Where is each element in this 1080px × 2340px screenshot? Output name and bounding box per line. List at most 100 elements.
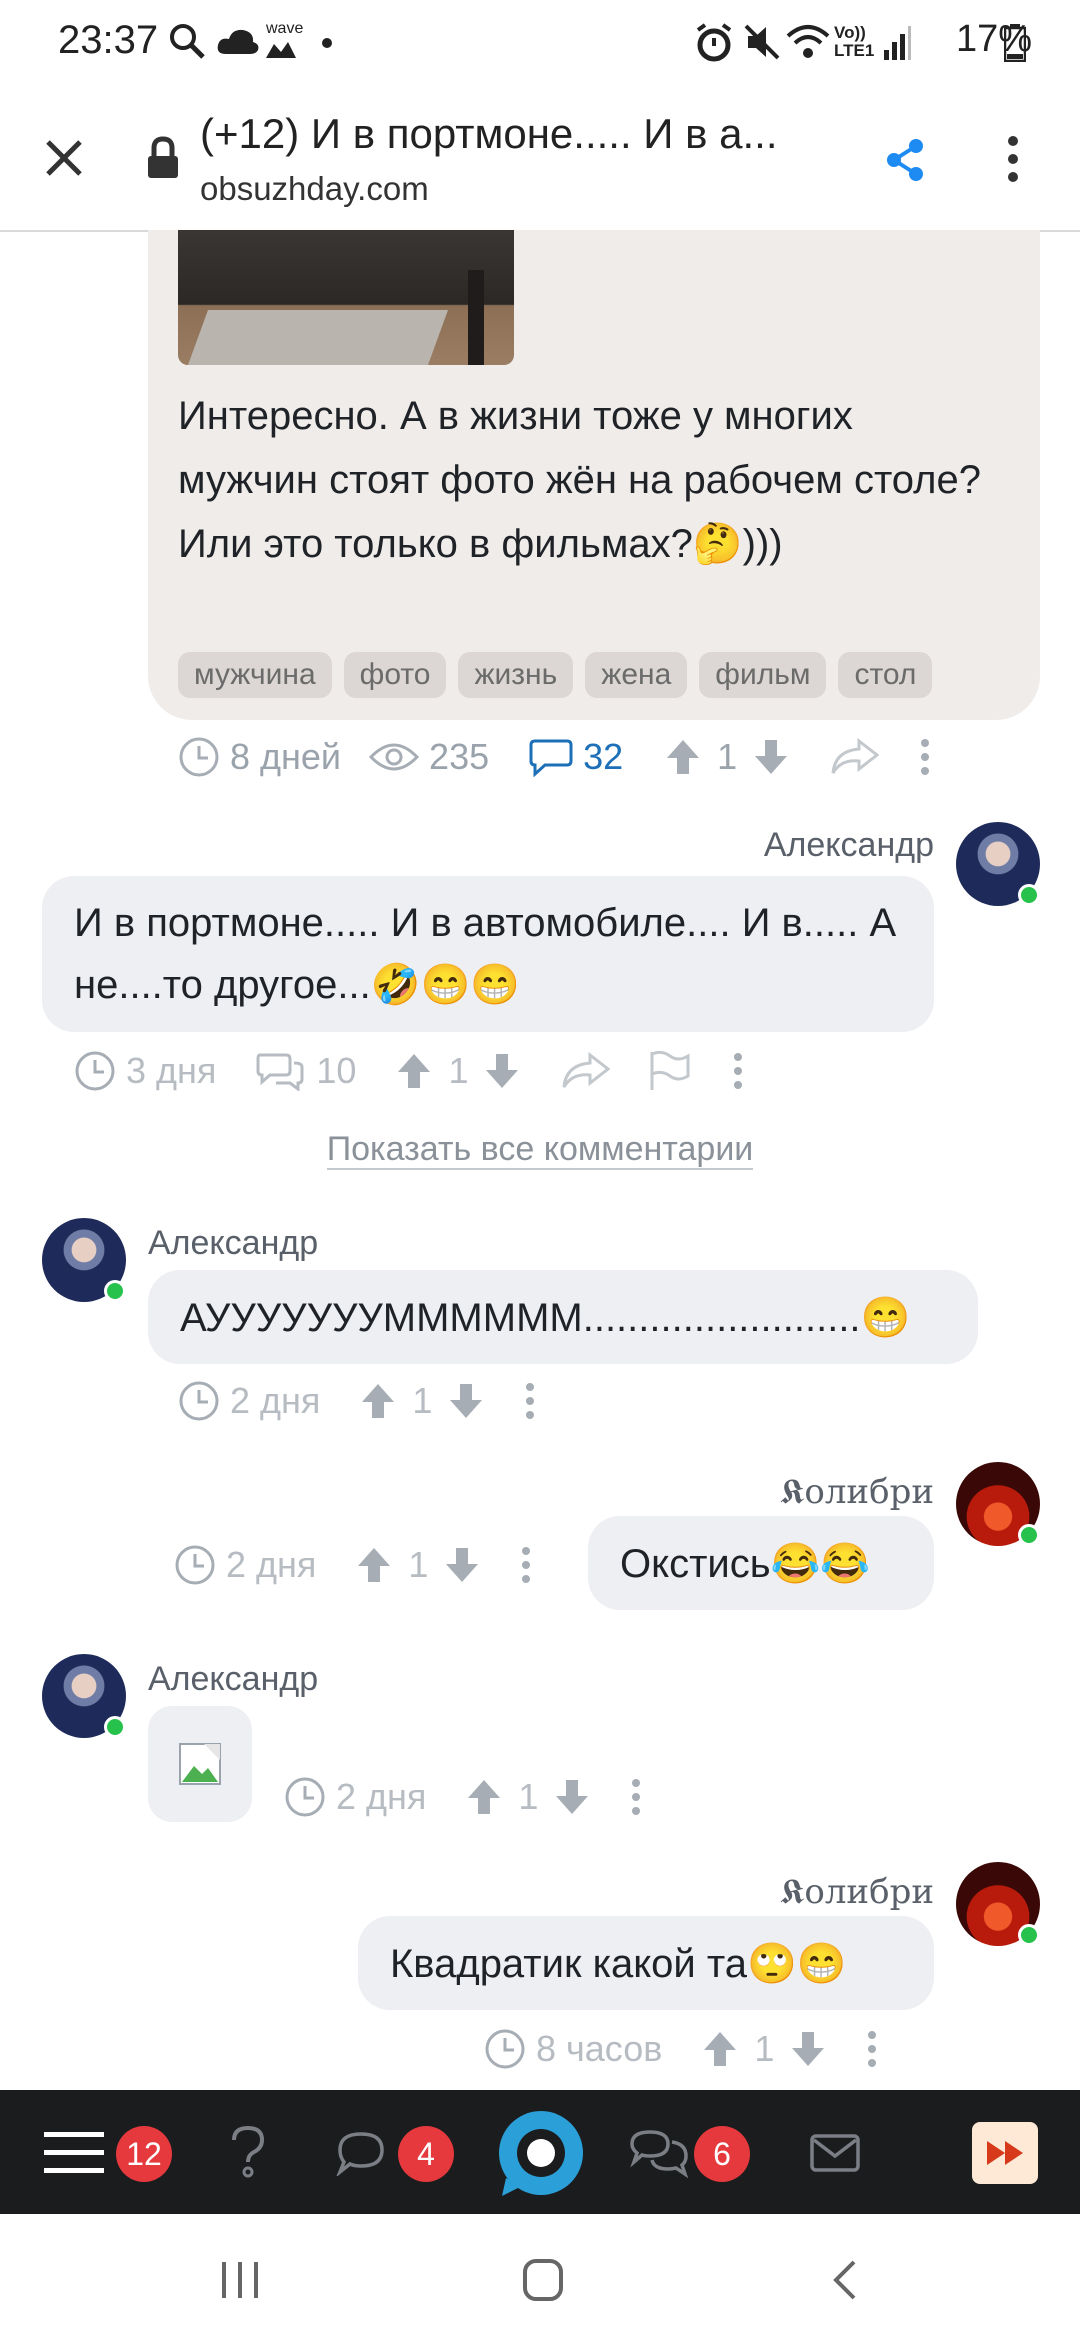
more-options-icon[interactable] — [866, 2029, 878, 2069]
show-all-comments-link[interactable]: Показать все комментарии — [0, 1130, 1080, 1170]
comment-author[interactable]: 𝕶олибри — [620, 1872, 934, 1912]
post-age: 8 дней — [230, 736, 342, 777]
clock-icon — [179, 1381, 219, 1421]
bottom-app-bar: 12 4 6 — [0, 2090, 1080, 2214]
discussions-badge: 6 — [694, 2126, 750, 2182]
share-icon[interactable] — [886, 138, 926, 182]
broken-image-icon — [179, 1743, 221, 1785]
comment-author[interactable]: Александр — [148, 1224, 318, 1263]
search-status-icon — [170, 24, 205, 59]
post-image[interactable] — [178, 230, 514, 365]
mail-icon[interactable] — [810, 2134, 860, 2172]
post-votes: 1 — [717, 736, 738, 777]
more-options-icon[interactable] — [520, 1545, 532, 1585]
comment-votes: 1 — [518, 1776, 539, 1817]
messages-icon[interactable] — [336, 2130, 386, 2176]
comment-age: 8 часов — [536, 2028, 663, 2069]
comment-age: 2 дня — [230, 1380, 321, 1421]
volte-label: Vo)) LTE1 — [834, 23, 875, 60]
discussions-icon[interactable] — [630, 2128, 688, 2178]
tag[interactable]: фото — [343, 652, 447, 698]
downvote-icon[interactable] — [444, 1546, 480, 1584]
online-indicator — [104, 1716, 126, 1738]
downvote-icon[interactable] — [554, 1778, 590, 1816]
share-arrow-icon[interactable] — [829, 737, 880, 777]
show-all-comments-label[interactable]: Показать все комментарии — [326, 1130, 754, 1170]
status-time: 23:37 — [58, 18, 159, 62]
more-menu-icon[interactable] — [1006, 134, 1020, 184]
alarm-status-icon — [696, 23, 732, 62]
online-indicator — [1018, 1524, 1040, 1546]
question-icon[interactable] — [230, 2126, 266, 2180]
page-url[interactable]: obsuzhday.com — [200, 170, 429, 208]
cloud-status-icon — [217, 29, 259, 54]
status-bar: 23:37 wave Vo)) LTE1 17% — [0, 0, 1080, 88]
recent-apps-icon[interactable] — [220, 2260, 262, 2300]
share-arrow-icon[interactable] — [560, 1051, 611, 1091]
comment-age: 3 дня — [126, 1050, 217, 1091]
tag[interactable]: мужчина — [178, 652, 332, 698]
upvote-icon[interactable] — [396, 1052, 432, 1090]
lock-icon — [148, 136, 178, 178]
comment-author[interactable]: Александр — [148, 1660, 318, 1699]
signal-status-icon — [884, 26, 911, 60]
online-indicator — [104, 1280, 126, 1302]
tag[interactable]: жизнь — [458, 652, 574, 698]
more-options-icon[interactable] — [630, 1777, 642, 1817]
post-tags: мужчина фото жизнь жена фильм стол — [178, 652, 933, 698]
wifi-status-icon — [786, 25, 830, 58]
fast-forward-button[interactable] — [972, 2122, 1038, 2184]
comment-votes: 1 — [754, 2028, 775, 2069]
downvote-icon[interactable] — [448, 1382, 484, 1420]
more-options-icon[interactable] — [524, 1381, 536, 1421]
comment-author[interactable]: Александр — [620, 826, 934, 865]
battery-icon — [1004, 24, 1026, 62]
page-title: (+12) И в портмоне..... И в а... — [200, 110, 778, 157]
tag[interactable]: стол — [838, 652, 933, 698]
post-comment-count[interactable]: 32 — [583, 736, 623, 778]
upvote-icon[interactable] — [665, 738, 701, 776]
clock-icon — [485, 2029, 525, 2069]
flag-icon[interactable] — [648, 1050, 692, 1092]
downvote-icon[interactable] — [484, 1052, 520, 1090]
fast-forward-icon — [987, 2141, 1023, 2165]
upvote-icon[interactable] — [360, 1382, 396, 1420]
comment-meta: 3 дня 10 1 — [74, 1050, 744, 1092]
replies-icon[interactable] — [256, 1051, 306, 1091]
menu-icon[interactable] — [44, 2130, 104, 2176]
notification-dot — [322, 38, 332, 48]
comment-meta: 2 дня 1 — [284, 1776, 642, 1818]
comment-replies[interactable]: 10 — [316, 1050, 356, 1092]
comment-text: АУУУУУУУММММММ.........................😁 — [180, 1296, 911, 1340]
comment-meta: 2 дня 1 — [174, 1544, 532, 1586]
system-nav-bar — [0, 2214, 1080, 2340]
upvote-icon[interactable] — [702, 2030, 738, 2068]
app-logo-icon[interactable] — [496, 2108, 586, 2198]
comment-votes: 1 — [408, 1544, 429, 1585]
upvote-icon[interactable] — [466, 1778, 502, 1816]
clock-icon — [179, 737, 219, 777]
clock-icon — [175, 1545, 215, 1585]
back-icon[interactable] — [830, 2258, 860, 2302]
wave-label: wave — [266, 20, 304, 37]
post-text: Интересно. А в жизни тоже у многих мужчи… — [178, 394, 982, 566]
comment-author[interactable]: 𝕶олибри — [620, 1472, 934, 1512]
comment-text: Квадратик какой та🙄😁 — [390, 1942, 847, 1986]
comment-icon[interactable] — [529, 737, 573, 777]
downvote-icon[interactable] — [790, 2030, 826, 2068]
comment-age: 2 дня — [336, 1776, 427, 1817]
more-options-icon[interactable] — [919, 737, 931, 777]
post-views: 235 — [429, 736, 490, 777]
downvote-icon[interactable] — [753, 738, 789, 776]
post-meta: 8 дней 235 32 1 — [178, 736, 931, 778]
more-options-icon[interactable] — [732, 1051, 744, 1091]
home-icon[interactable] — [522, 2258, 564, 2302]
tag[interactable]: жена — [585, 652, 688, 698]
close-icon[interactable] — [42, 136, 86, 180]
clock-icon — [285, 1777, 325, 1817]
browser-header: (+12) И в портмоне..... И в а... obsuzhd… — [0, 88, 1080, 232]
upvote-icon[interactable] — [356, 1546, 392, 1584]
views-icon — [369, 743, 420, 771]
mute-status-icon — [744, 24, 780, 60]
tag[interactable]: фильм — [699, 652, 827, 698]
